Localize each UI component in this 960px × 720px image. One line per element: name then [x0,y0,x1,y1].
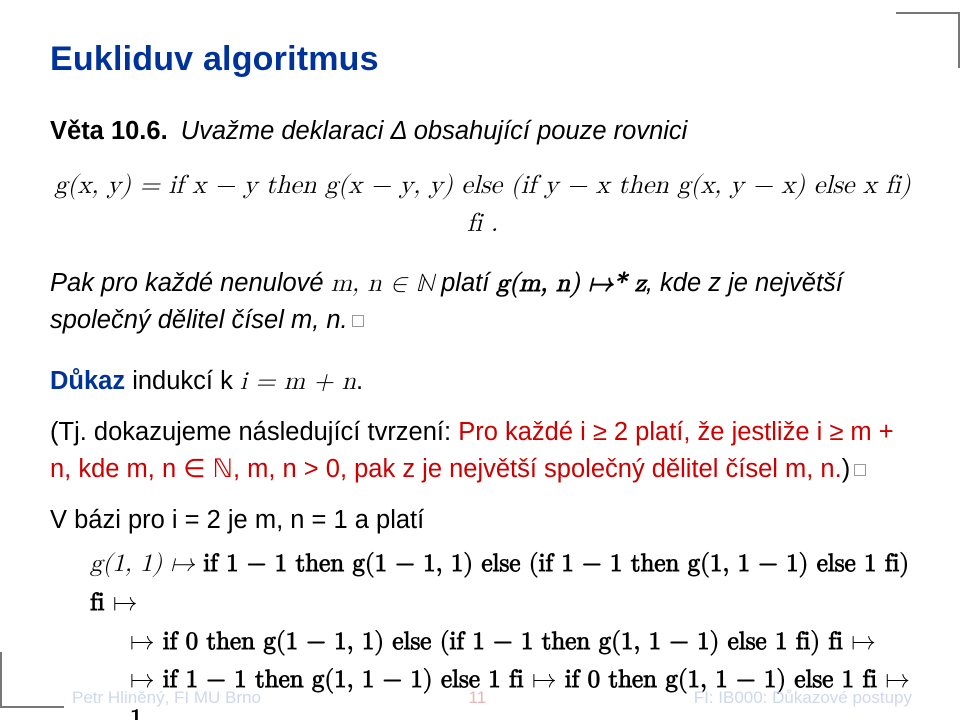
theorem-lead: Uvažme deklaraci Δ obsahující pouze rovn… [181,117,688,145]
tj-close: ) [842,455,851,483]
theorem-intro: Věta 10.6. Uvažme deklaraci Δ obsahující… [50,113,915,150]
slide: Eukliduv algoritmus Věta 10.6. Uvažme de… [0,0,960,720]
d1a: g(1, 1) ↦ [90,551,203,576]
footer: Petr Hliněný, FI MU Brno 11 FI: IB000: D… [0,688,960,708]
thm-mn: m, n ∈ ℕ [331,270,434,296]
tj-statement: (Tj. dokazujeme následující tvrzení: Pro… [50,414,915,488]
base-case: V bázi pro i = 2 je m, n = 1 a platí [50,502,915,539]
thm-pak: Pak pro každé nenulové [50,269,331,297]
theorem-claim: Pak pro každé nenulové m, n ∈ ℕ platí g(… [50,265,915,339]
d2c: ↦ [843,629,876,654]
thm-plat: platí [434,269,496,297]
d3f: 1 [130,706,143,720]
deriv-line-1: g(1, 1) ↦ if 1 − 1 then g(1 − 1, 1) else… [90,545,915,623]
theorem-label: Věta 10.6. [50,117,168,145]
qed-box-icon [854,464,866,476]
slide-body: Věta 10.6. Uvažme deklaraci Δ obsahující… [50,113,915,720]
footer-author: Petr Hliněný, FI MU Brno [72,688,261,708]
proof-opening: Důkaz indukcí k i = m + n. [50,363,915,400]
qed-box-icon [352,315,364,327]
deriv-line-2: ↦ if 0 then g(1 − 1, 1) else (if 1 − 1 t… [90,623,915,662]
d2a: ↦ [130,629,163,654]
tj-open: (Tj. dokazujeme následující tvrzení: [50,418,458,446]
d2b: if 0 then g(1 − 1, 1) else (if 1 − 1 the… [163,629,843,654]
proof-head: Důkaz [50,367,125,395]
d1b: if 1 − 1 then g(1 − 1, 1) else (if 1 − 1… [90,551,909,615]
footer-course: FI: IB000: Důkazové postupy [694,688,912,708]
equation-g: g(x, y) = if x − y then g(x − y, y) else… [50,168,915,243]
footer-page: 11 [469,688,487,708]
proof-lead: indukcí k [125,367,240,395]
proof-i: i = m + n [240,368,356,394]
corner-top-right [896,12,960,14]
d1c: ↦ [105,590,138,615]
d3g: . [143,706,158,720]
thm-gmn: g(m, n) ↦* z [496,270,645,296]
slide-title: Eukliduv algoritmus [50,40,915,79]
proof-dot: . [356,367,363,395]
